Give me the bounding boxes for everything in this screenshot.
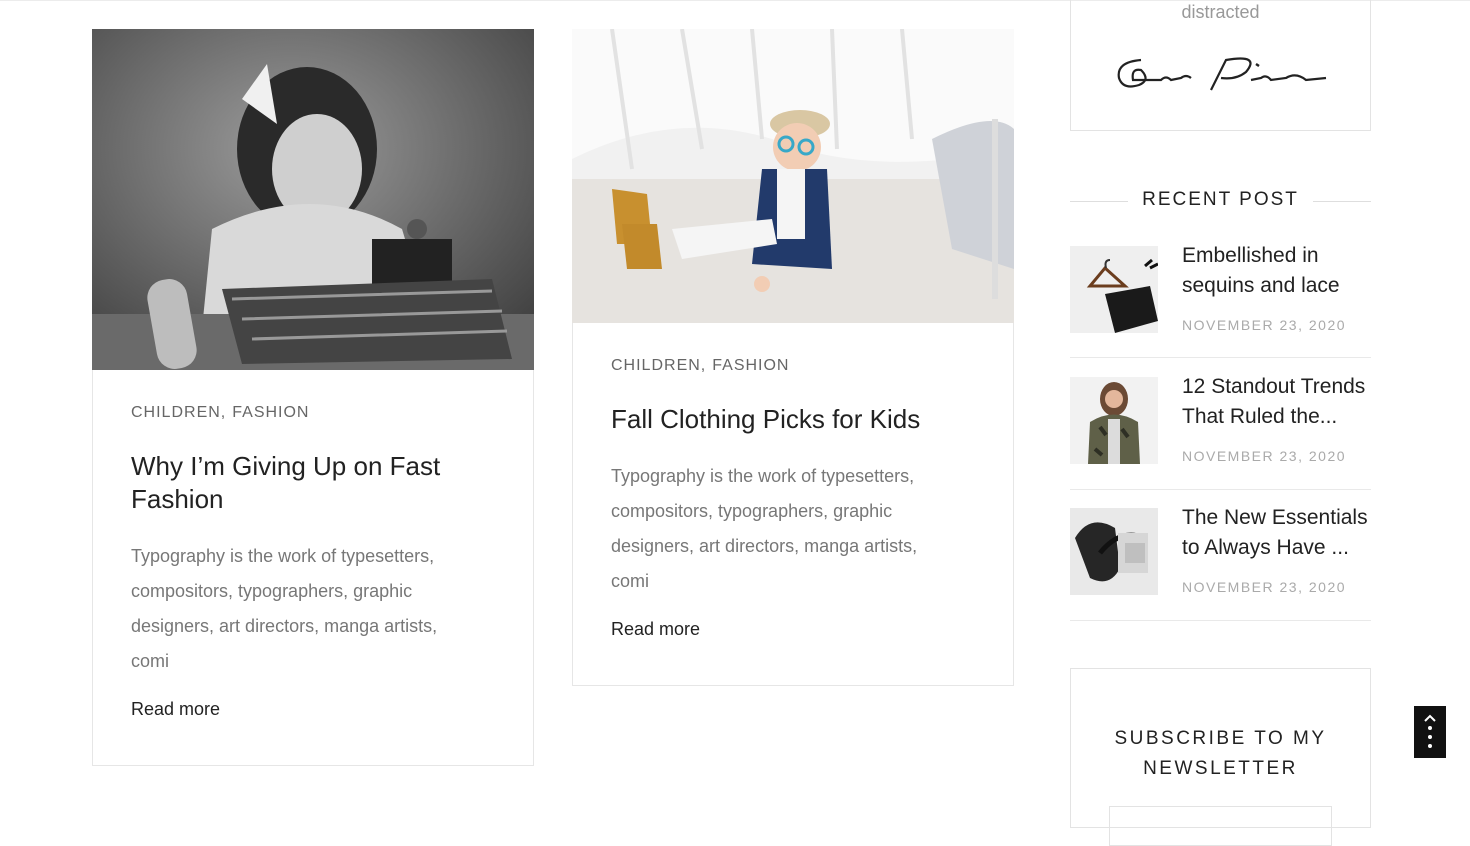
widget-title: RECENT POST — [1142, 189, 1299, 210]
recent-post-thumbnail[interactable] — [1070, 508, 1158, 595]
category-link[interactable]: FASHION — [232, 404, 309, 421]
newsletter-email-field[interactable] — [1109, 806, 1332, 846]
post-categories: CHILDREN, FASHION — [131, 404, 503, 422]
back-to-top-button[interactable] — [1414, 706, 1446, 758]
newsletter-title-line: NEWSLETTER — [1143, 758, 1298, 779]
read-more-link[interactable]: Read more — [611, 619, 983, 640]
newsletter-title: SUBSCRIBE TO MY NEWSLETTER — [1071, 724, 1370, 784]
category-link[interactable]: FASHION — [712, 357, 789, 374]
recent-post-thumbnail[interactable] — [1070, 246, 1158, 333]
recent-post-item: Embellished in sequins and lace NOVEMBER… — [1070, 244, 1371, 358]
divider — [1313, 201, 1371, 202]
post-card: CHILDREN, FASHION Why I’m Giving Up on Fa… — [92, 29, 534, 766]
recent-post-date: NOVEMBER 23, 2020 — [1182, 579, 1347, 595]
post-title[interactable]: Fall Clothing Picks for Kids — [611, 403, 991, 436]
about-text: distracted — [1181, 2, 1260, 22]
recent-post-title[interactable]: The New Essentials to Always Have ... — [1182, 503, 1372, 563]
signature-image — [1111, 50, 1331, 100]
recent-post-date: NOVEMBER 23, 2020 — [1182, 448, 1347, 464]
category-separator: , — [220, 404, 227, 421]
read-more-link[interactable]: Read more — [131, 699, 503, 720]
post-title[interactable]: Why I’m Giving Up on Fast Fashion — [131, 450, 471, 516]
about-widget: distracted — [1070, 0, 1371, 131]
newsletter-title-line: SUBSCRIBE TO MY — [1114, 728, 1327, 749]
recent-post-item: 12 Standout Trends That Ruled the... NOV… — [1070, 375, 1371, 490]
post-excerpt: Typography is the work of typesetters, c… — [611, 466, 918, 591]
recent-post-date: NOVEMBER 23, 2020 — [1182, 317, 1347, 333]
post-excerpt: Typography is the work of typesetters, c… — [131, 546, 438, 671]
newsletter-widget: SUBSCRIBE TO MY NEWSLETTER — [1070, 668, 1371, 846]
recent-post-thumbnail[interactable] — [1070, 377, 1158, 464]
chevron-up-icon — [1424, 714, 1436, 748]
post-image[interactable] — [92, 29, 534, 370]
post-categories: CHILDREN, FASHION — [611, 357, 983, 375]
post-card: CHILDREN, FASHION Fall Clothing Picks for… — [572, 29, 1014, 686]
recent-post-title[interactable]: 12 Standout Trends That Ruled the... — [1182, 372, 1372, 432]
category-link[interactable]: CHILDREN — [611, 357, 701, 374]
recent-post-item: The New Essentials to Always Have ... NO… — [1070, 506, 1371, 621]
category-link[interactable]: CHILDREN — [131, 404, 221, 421]
category-separator: , — [700, 357, 707, 374]
recent-post-title[interactable]: Embellished in sequins and lace — [1182, 241, 1372, 301]
post-image[interactable] — [572, 29, 1014, 323]
recent-post-header: RECENT POST — [1070, 187, 1371, 215]
